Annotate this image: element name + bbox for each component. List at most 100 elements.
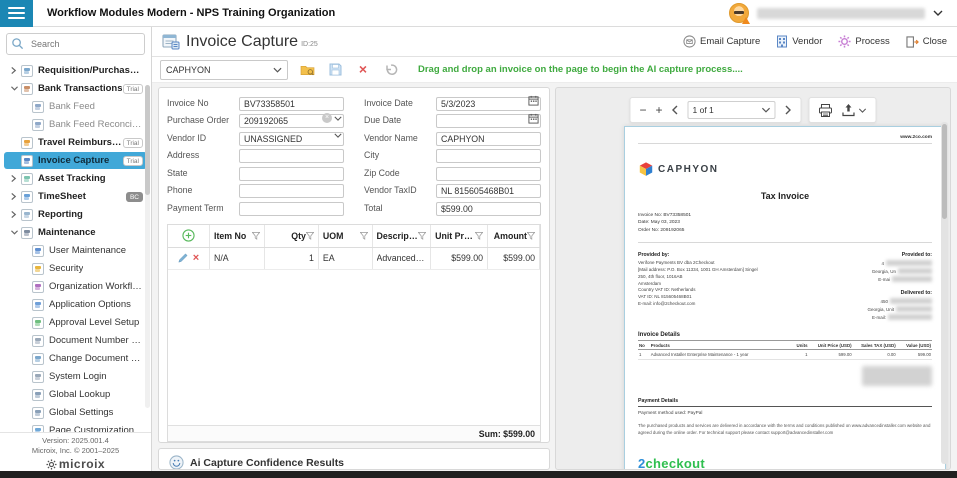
- save-button[interactable]: [323, 59, 347, 80]
- close-button[interactable]: Close: [906, 36, 947, 48]
- input-total[interactable]: [436, 202, 541, 216]
- table-row[interactable]: ×N/A1EAAdvanced Installer ...$599.00$599…: [168, 248, 540, 270]
- cell-uom: EA: [319, 248, 373, 269]
- email-capture-button[interactable]: Email Capture: [683, 35, 760, 48]
- user-menu[interactable]: [729, 3, 957, 23]
- search-icon: [11, 37, 24, 50]
- delete-button[interactable]: ×: [351, 59, 375, 80]
- input-invoice-date[interactable]: [436, 97, 541, 111]
- filter-icon[interactable]: [475, 232, 483, 240]
- action-label: Process: [855, 36, 889, 47]
- purchase-order-icon: [21, 65, 33, 77]
- sidebar-item-bank-feed[interactable]: Bank Feed: [4, 98, 147, 115]
- filter-icon[interactable]: [252, 232, 260, 240]
- trial-badge: Trial: [123, 156, 143, 166]
- sidebar-item-label: Reporting: [38, 209, 83, 220]
- sidebar-item-requisition-purchase-order[interactable]: Requisition/Purchase Order: [4, 62, 147, 79]
- user-name-redacted: [757, 8, 925, 19]
- sidebar-item-bank-transactions[interactable]: Bank TransactionsTrial: [4, 80, 147, 97]
- sidebar-item-application-options[interactable]: Application Options: [4, 296, 147, 313]
- input-vendor-id[interactable]: [239, 132, 344, 146]
- sidebar-item-maintenance[interactable]: Maintenance: [4, 224, 147, 241]
- sidebar-item-invoice-capture[interactable]: Invoice CaptureTrial: [4, 152, 147, 169]
- page-indicator-select[interactable]: 1 of 1: [688, 101, 776, 119]
- previous-page-button[interactable]: [672, 105, 679, 115]
- security-icon: [32, 263, 44, 275]
- chevron-down-icon[interactable]: [10, 229, 21, 236]
- open-template-folder-button[interactable]: [295, 59, 319, 80]
- field-invoice-date: Invoice Date: [364, 95, 541, 110]
- filter-icon[interactable]: [306, 232, 314, 240]
- template-select[interactable]: CAPHYON: [160, 60, 288, 80]
- input-vendor-taxid[interactable]: [436, 184, 541, 198]
- chevron-right-icon[interactable]: [10, 174, 21, 183]
- process-button[interactable]: Process: [838, 35, 889, 48]
- calendar-icon[interactable]: [528, 113, 539, 124]
- chevron-right-icon[interactable]: [10, 66, 21, 75]
- input-vendor-name[interactable]: [436, 132, 541, 146]
- sidebar-item-global-settings[interactable]: Global Settings: [4, 404, 147, 421]
- ai-icon: [169, 455, 184, 470]
- ai-panel-title: Ai Capture Confidence Results: [190, 457, 344, 469]
- sidebar-item-reporting[interactable]: Reporting: [4, 206, 147, 223]
- input-due-date[interactable]: [436, 114, 541, 128]
- field-label: Total: [364, 203, 436, 213]
- calendar-icon[interactable]: [528, 95, 539, 106]
- input-phone[interactable]: [239, 184, 344, 198]
- chevron-down-icon[interactable]: [334, 133, 342, 138]
- filter-icon[interactable]: [527, 232, 535, 240]
- sidebar-item-change-document-ownership[interactable]: Change Document Ownership: [4, 350, 147, 367]
- sidebar-item-system-login[interactable]: System Login: [4, 368, 147, 385]
- sidebar-item-document-number-setup[interactable]: Document Number Setup: [4, 332, 147, 349]
- app-title: Workflow Modules Modern - NPS Training O…: [47, 7, 335, 19]
- vendor-button[interactable]: Vendor: [776, 35, 822, 48]
- top-header: Workflow Modules Modern - NPS Training O…: [0, 0, 957, 27]
- sidebar-item-approval-level-setup[interactable]: Approval Level Setup: [4, 314, 147, 331]
- filter-icon[interactable]: [360, 232, 368, 240]
- sidebar-item-organization-workflow[interactable]: Organization Workflow: [4, 278, 147, 295]
- sidebar-item-label: User Maintenance: [49, 245, 126, 256]
- sidebar-item-asset-tracking[interactable]: Asset Tracking: [4, 170, 147, 187]
- input-state[interactable]: [239, 167, 344, 181]
- sidebar-item-user-maintenance[interactable]: User Maintenance: [4, 242, 147, 259]
- clear-icon[interactable]: ×: [322, 113, 332, 123]
- document-preview-panel: − + 1 of 1: [555, 87, 951, 470]
- input-invoice-no[interactable]: [239, 97, 344, 111]
- chevron-right-icon[interactable]: [10, 210, 21, 219]
- preview-scrollbar[interactable]: [941, 122, 948, 464]
- print-button[interactable]: [819, 104, 833, 117]
- undo-button[interactable]: [379, 59, 403, 80]
- field-label: City: [364, 150, 436, 160]
- export-button[interactable]: [842, 103, 867, 117]
- sidebar-item-label: Change Document Ownership: [49, 353, 143, 364]
- sidebar-item-timesheet[interactable]: TimeSheetBC: [4, 188, 147, 205]
- zoom-in-button[interactable]: +: [656, 104, 663, 116]
- ai-confidence-panel: Ai Capture Confidence Results 82%: [158, 448, 550, 470]
- delete-row-icon[interactable]: ×: [193, 253, 199, 264]
- cell-unit-price: $599.00: [431, 248, 488, 269]
- sidebar-item-bank-feed-reconciliation[interactable]: Bank Feed Reconciliation: [4, 116, 147, 133]
- field-label: Phone: [167, 185, 239, 195]
- sidebar-item-global-lookup[interactable]: Global Lookup: [4, 386, 147, 403]
- provided-by-line: E-mail: info@2checkout.com: [638, 301, 798, 308]
- add-row-icon[interactable]: [182, 229, 195, 242]
- chevron-right-icon[interactable]: [10, 192, 21, 201]
- input-payment-term[interactable]: [239, 202, 344, 216]
- next-page-button[interactable]: [785, 105, 792, 115]
- edit-row-icon[interactable]: [178, 253, 188, 263]
- chevron-down-icon[interactable]: [10, 85, 21, 92]
- filter-icon[interactable]: [418, 232, 426, 240]
- hamburger-menu-button[interactable]: [0, 0, 33, 27]
- sidebar-item-travel-reimbursement[interactable]: Travel ReimbursementTrial: [4, 134, 147, 151]
- input-city[interactable]: [436, 149, 541, 163]
- reporting-icon: [21, 209, 33, 221]
- sidebar-scrollbar[interactable]: [145, 85, 150, 408]
- search-input[interactable]: [6, 33, 145, 55]
- zoom-out-button[interactable]: −: [639, 104, 646, 116]
- process-icon: [838, 35, 851, 48]
- chevron-down-icon[interactable]: [334, 116, 342, 121]
- input-address[interactable]: [239, 149, 344, 163]
- input-zip-code[interactable]: [436, 167, 541, 181]
- field-label: Due Date: [364, 115, 436, 125]
- sidebar-item-security[interactable]: Security: [4, 260, 147, 277]
